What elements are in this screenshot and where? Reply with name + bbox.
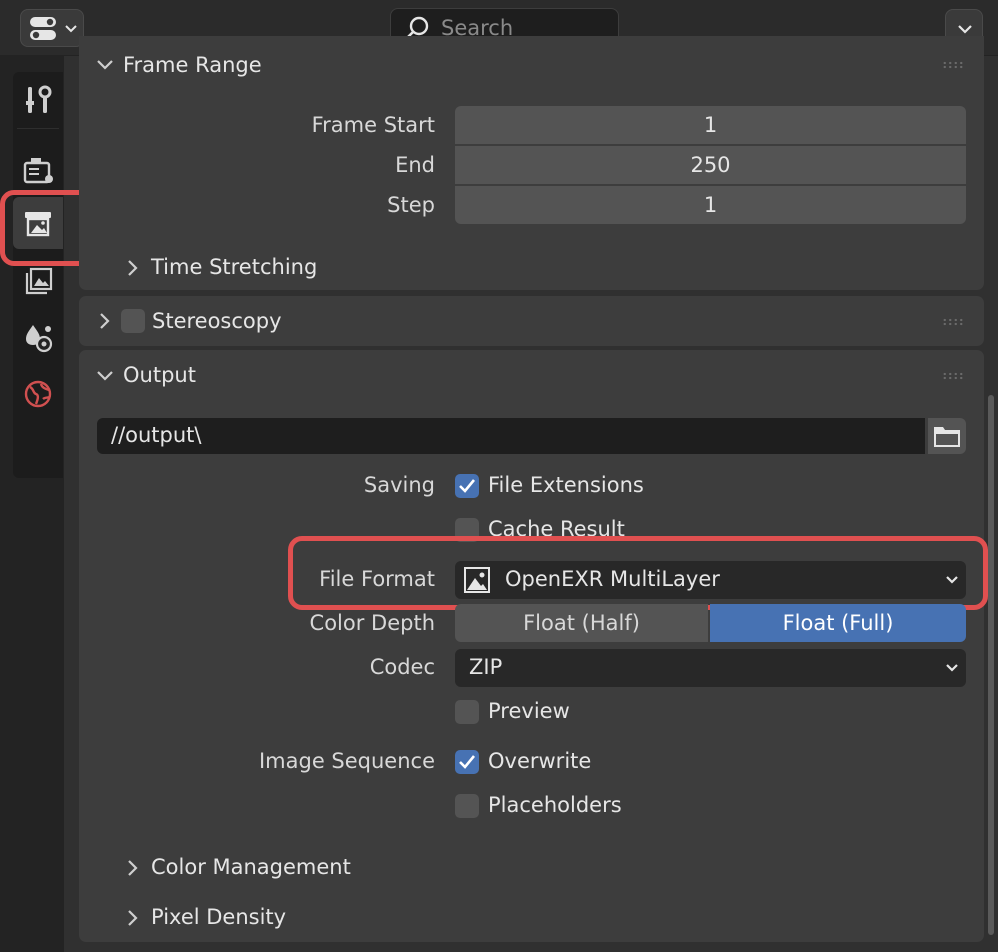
frame-end-label: End bbox=[395, 153, 435, 177]
cache-result-label[interactable]: Cache Result bbox=[488, 517, 625, 541]
output-icon bbox=[25, 212, 51, 237]
codec-dropdown[interactable]: ZIP bbox=[455, 649, 966, 687]
browse-folder-button[interactable] bbox=[928, 418, 966, 454]
color-depth-float-full[interactable]: Float (Full) bbox=[710, 604, 966, 642]
chevron-right-icon bbox=[128, 860, 138, 876]
folder-icon bbox=[934, 427, 960, 447]
frame-start-field[interactable]: 1 bbox=[455, 106, 966, 144]
frame-range-title: Frame Range bbox=[123, 53, 262, 77]
world-icon bbox=[24, 380, 52, 408]
image-sequence-label: Image Sequence bbox=[258, 749, 435, 773]
color-management-label: Color Management bbox=[151, 855, 351, 879]
chevron-right-icon bbox=[128, 260, 138, 276]
stereoscopy-checkbox[interactable] bbox=[121, 309, 145, 333]
chevron-down-icon bbox=[946, 576, 958, 584]
drag-handle-icon[interactable] bbox=[942, 318, 964, 326]
overwrite-checkbox[interactable] bbox=[455, 750, 479, 774]
scene-icon bbox=[26, 325, 53, 353]
preview-checkbox[interactable] bbox=[455, 700, 479, 724]
tab-tool[interactable] bbox=[13, 74, 63, 126]
checkmark-icon bbox=[459, 479, 476, 493]
scrollbar[interactable] bbox=[988, 395, 994, 935]
preview-label[interactable]: Preview bbox=[488, 699, 570, 723]
chevron-down-icon bbox=[97, 60, 113, 70]
file-format-dropdown[interactable]: OpenEXR MultiLayer bbox=[455, 561, 966, 599]
tab-scene[interactable] bbox=[13, 312, 63, 364]
frame-start-label: Frame Start bbox=[311, 113, 435, 137]
checkmark-icon bbox=[459, 755, 476, 769]
file-extensions-checkbox[interactable] bbox=[455, 474, 479, 498]
editor-type-button[interactable] bbox=[20, 9, 84, 47]
drag-handle-icon[interactable] bbox=[942, 372, 964, 380]
overwrite-label[interactable]: Overwrite bbox=[488, 749, 591, 773]
output-title: Output bbox=[123, 363, 196, 387]
image-file-icon bbox=[464, 567, 490, 593]
tab-output[interactable] bbox=[13, 197, 63, 249]
view-layer-icon bbox=[25, 267, 53, 295]
placeholders-label[interactable]: Placeholders bbox=[488, 793, 622, 817]
file-extensions-label[interactable]: File Extensions bbox=[488, 473, 644, 497]
frame-step-label: Step bbox=[387, 193, 435, 217]
codec-label: Codec bbox=[369, 655, 435, 679]
chevron-right-icon bbox=[100, 313, 110, 329]
saving-label: Saving bbox=[363, 473, 435, 497]
output-path-text: //output\ bbox=[111, 423, 202, 447]
cache-result-checkbox[interactable] bbox=[455, 518, 479, 542]
pixel-density-label: Pixel Density bbox=[151, 905, 287, 929]
stereoscopy-panel[interactable]: Stereoscopy bbox=[79, 296, 984, 346]
frame-step-field[interactable]: 1 bbox=[455, 186, 966, 224]
tab-render[interactable] bbox=[13, 144, 63, 196]
output-path-field[interactable]: //output\ bbox=[97, 418, 925, 454]
time-stretching-label: Time Stretching bbox=[151, 255, 318, 279]
codec-value: ZIP bbox=[469, 655, 503, 679]
placeholders-checkbox[interactable] bbox=[455, 794, 479, 818]
tool-icon bbox=[26, 85, 52, 113]
file-format-value: OpenEXR MultiLayer bbox=[505, 567, 720, 591]
tab-view-layer[interactable] bbox=[13, 256, 63, 308]
tab-world[interactable] bbox=[13, 368, 63, 420]
properties-editor-icon bbox=[30, 17, 77, 40]
stereoscopy-title: Stereoscopy bbox=[152, 309, 282, 333]
chevron-right-icon bbox=[128, 910, 138, 926]
frame-range-header[interactable]: Frame Range bbox=[79, 36, 984, 88]
render-icon bbox=[23, 158, 53, 184]
tab-separator bbox=[17, 128, 59, 129]
chevron-down-icon bbox=[97, 371, 113, 381]
color-depth-float-half[interactable]: Float (Half) bbox=[455, 604, 708, 642]
output-header[interactable]: Output bbox=[79, 350, 984, 402]
file-format-label: File Format bbox=[319, 567, 435, 591]
properties-tabs-sidebar bbox=[0, 56, 64, 952]
chevron-down-icon bbox=[946, 664, 958, 672]
color-depth-label: Color Depth bbox=[309, 611, 435, 635]
frame-end-field[interactable]: 250 bbox=[455, 146, 966, 184]
drag-handle-icon[interactable] bbox=[942, 61, 964, 69]
